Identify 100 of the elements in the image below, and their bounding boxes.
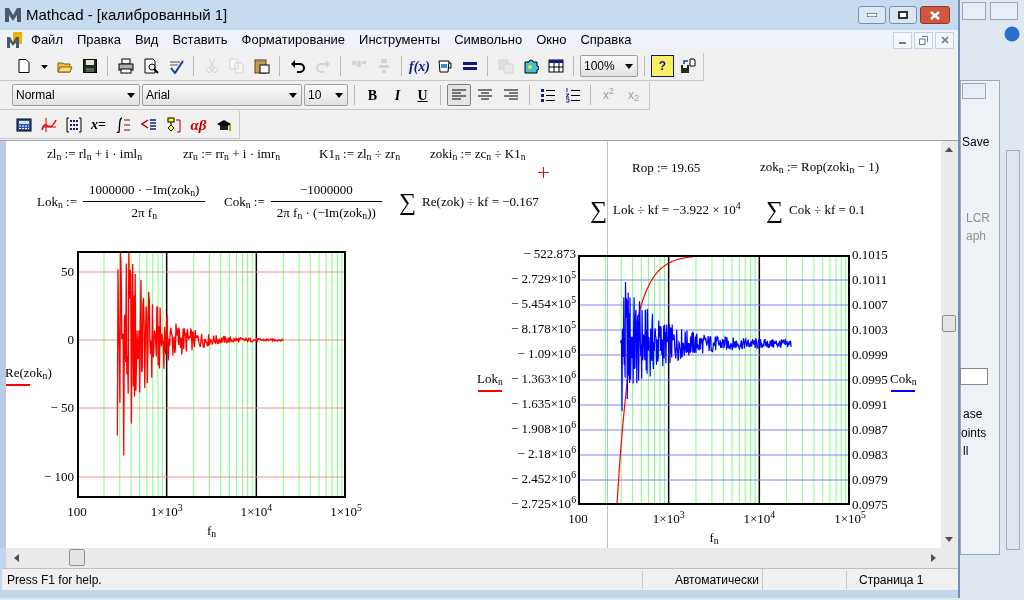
app-logo-icon <box>4 7 22 23</box>
scroll-left-icon <box>14 554 19 562</box>
italic-button[interactable]: I <box>386 84 409 107</box>
zoom-dropdown[interactable]: 100% <box>580 55 638 78</box>
underline-button[interactable]: U <box>411 84 434 107</box>
window-title: Mathcad - [калиброванный 1] <box>26 4 228 25</box>
matrix-icon[interactable] <box>65 116 82 133</box>
axis-tick-label: 1×10$^{3}$ <box>149 504 184 520</box>
size-dropdown[interactable]: 10 <box>304 84 348 107</box>
horizontal-scrollbar[interactable] <box>6 548 958 568</box>
menu-item[interactable]: Справка <box>573 30 639 50</box>
axis-tick-label: − 50 <box>49 400 74 416</box>
axis-label: f$_{n}$ <box>205 523 218 539</box>
cup-icon[interactable] <box>436 58 453 75</box>
axis-tick-label: − 2.725×10$^{6}$ <box>509 496 576 512</box>
page-magnifier-icon[interactable] <box>142 58 159 75</box>
calculus-icon[interactable] <box>115 116 132 133</box>
math-expression: zr$_{n}$ := rr$_{n}$ + i · imr$_{n}$ <box>183 146 281 162</box>
caret-icon <box>625 63 633 69</box>
numbered-list-icon[interactable] <box>564 87 581 104</box>
background-text: ll <box>963 443 969 460</box>
axis-tick-label: − 2.452×10$^{6}$ <box>509 471 576 487</box>
function-button[interactable]: f(x) <box>408 55 431 78</box>
axis-tick-label: 1×10$^{4}$ <box>742 511 777 527</box>
axis-tick-label: 0.0979 <box>852 472 888 488</box>
math-expression: Lok$_{n}$ := <box>37 193 78 210</box>
spell-check-icon[interactable] <box>167 58 184 75</box>
background-text: Save <box>962 134 990 151</box>
axis-tick-label: 0.0983 <box>852 447 888 463</box>
axis-tick-label: 0 <box>66 332 74 348</box>
document-icon[interactable] <box>15 58 32 75</box>
axis-tick-label: − 1.908×10$^{6}$ <box>509 421 576 437</box>
math-expression: Rop := 19.65 <box>632 160 701 176</box>
axis-tick-label: 0.0975 <box>852 497 888 512</box>
scrollbar-thumb[interactable] <box>69 549 85 566</box>
evaluation-button[interactable]: x= <box>87 113 110 136</box>
dropdown-field[interactable] <box>960 368 988 385</box>
bold-button[interactable]: B <box>361 84 384 107</box>
menu-item[interactable]: Вставить <box>165 30 235 50</box>
menu-item[interactable]: Символьно <box>447 30 530 50</box>
scroll-right-icon <box>931 554 936 562</box>
calculator-icon[interactable] <box>15 116 32 133</box>
vertical-scrollbar[interactable] <box>941 141 958 548</box>
scroll-up-icon <box>945 147 953 152</box>
axis-label: f$_{n}$ <box>708 530 720 546</box>
minimize-icon <box>867 13 877 17</box>
axis-tick-label: 0.1003 <box>852 322 888 338</box>
menu-item[interactable]: Правка <box>69 30 128 50</box>
math-expression: zok$_{n}$ := Rop(zoki$_{n}$ − 1) <box>760 159 880 175</box>
font-dropdown[interactable]: Arial <box>142 84 302 107</box>
menu-item[interactable]: Форматирование <box>234 30 353 50</box>
puzzle-icon[interactable] <box>522 58 539 75</box>
printer-icon[interactable] <box>117 58 134 75</box>
table-icon[interactable] <box>547 58 564 75</box>
clipboard-icon[interactable] <box>253 58 270 75</box>
caret-icon <box>289 93 297 98</box>
axis-tick-label: 0.0991 <box>852 397 888 413</box>
background-text: oints <box>961 425 987 442</box>
axis-tick-label: − 8.178×10$^{5}$ <box>509 321 576 337</box>
math-expression: Re(zok) ÷ kf = −0.167 <box>422 194 539 210</box>
undo-icon[interactable] <box>289 58 306 75</box>
help-button[interactable]: ? <box>651 55 674 78</box>
axis-tick-label: 100 <box>567 511 589 527</box>
page-number: Страница 1 <box>846 570 946 589</box>
math-expression: K1$_{n}$ := zl$_{n}$ ÷ zr$_{n}$ <box>319 146 401 162</box>
scrollbar-thumb[interactable] <box>942 315 956 332</box>
crosshair-cursor-icon <box>538 167 549 178</box>
menu-item[interactable]: Инструменты <box>352 30 448 50</box>
doc-restore-button[interactable] <box>914 31 933 49</box>
denominator: 2π f$_{n}$ <box>130 204 158 221</box>
maximize-button[interactable] <box>889 6 917 24</box>
axis-label: Cok$_{n}$ <box>890 371 917 387</box>
floppy-export-icon[interactable] <box>679 58 696 75</box>
close-icon <box>940 36 949 44</box>
menu-item[interactable]: Вид <box>127 30 166 50</box>
axis-tick-label: 0.1011 <box>852 272 888 288</box>
doc-minimize-button[interactable] <box>893 31 912 49</box>
menu-item[interactable]: Файл <box>24 30 70 50</box>
maximize-icon <box>898 11 908 19</box>
background-text: ase <box>963 406 983 423</box>
axis-tick-label: 1×10$^{3}$ <box>651 511 686 527</box>
axis-tick-label: − 522.873 <box>522 246 576 262</box>
flowchart-icon[interactable] <box>165 116 182 133</box>
boolean-icon[interactable] <box>140 116 157 133</box>
numerator: −1000000 <box>298 182 354 199</box>
axis-tick-label: 0.0987 <box>852 422 888 438</box>
axis-tick-label: − 1.635×10$^{6}$ <box>509 396 576 412</box>
style-dropdown[interactable]: Normal <box>12 84 140 107</box>
bullet-list-icon[interactable] <box>539 87 556 104</box>
background-text: LCR <box>966 210 990 227</box>
axis-tick-label: 0.1007 <box>852 297 888 313</box>
axis-tick-label: 0.0999 <box>852 347 888 363</box>
greek-button[interactable]: αβ <box>187 113 210 136</box>
menu-item[interactable]: Окно <box>529 30 574 50</box>
background-text: aph <box>966 228 987 245</box>
axis-tick-label: 0.1015 <box>852 247 888 263</box>
vertical-scrollbar[interactable] <box>1006 150 1020 550</box>
doc-close-button[interactable] <box>935 31 954 49</box>
graph-icon[interactable] <box>40 116 57 133</box>
minimize-icon <box>899 41 906 44</box>
